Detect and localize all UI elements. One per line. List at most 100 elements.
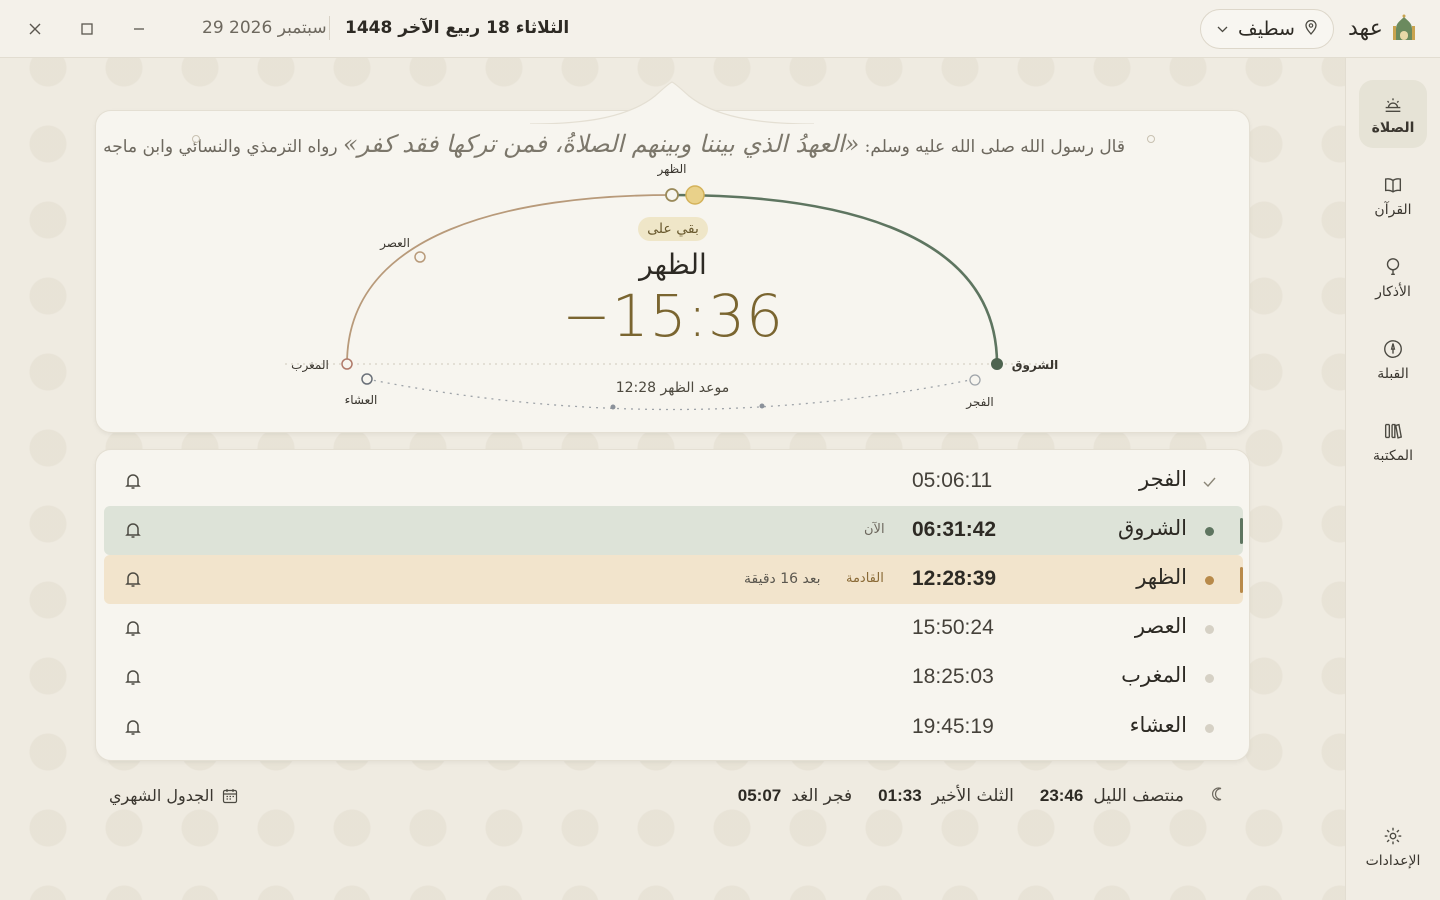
sidebar-item-adhkar[interactable]: الأذكار bbox=[1359, 244, 1427, 312]
sidebar-item-quran[interactable]: القرآن bbox=[1359, 162, 1427, 230]
next-prayer-name: الظهر bbox=[639, 248, 707, 281]
prayer-time: 12:28:39 bbox=[912, 567, 997, 590]
prayer-row-fajr[interactable]: الفجر 05:06:11 bbox=[104, 457, 1243, 506]
compass-icon bbox=[1384, 340, 1402, 358]
dhuhr-marker bbox=[665, 188, 679, 202]
notification-bell-icon[interactable] bbox=[124, 668, 142, 686]
maximize-icon bbox=[81, 23, 93, 35]
prayer-times-table: الفجر 05:06:11 الشروق 06:31:42 الآن الظه… bbox=[95, 449, 1250, 761]
minimize-icon bbox=[134, 28, 144, 30]
prayer-row-sunrise[interactable]: الشروق 06:31:42 الآن bbox=[104, 506, 1243, 555]
chevron-down-icon bbox=[1217, 22, 1228, 36]
close-window-button[interactable] bbox=[22, 16, 48, 42]
moon-icon bbox=[1210, 786, 1226, 806]
sun-current-position bbox=[685, 185, 705, 205]
arc-label-sunrise: الشروق bbox=[1012, 358, 1058, 373]
notification-bell-icon[interactable] bbox=[124, 718, 142, 736]
status-dot bbox=[1201, 523, 1217, 539]
calendar-icon bbox=[222, 788, 237, 803]
sidebar: الصلاة القرآن الأذكار القبلة المكتبة الإ… bbox=[1345, 58, 1440, 900]
status-dot bbox=[1201, 720, 1217, 736]
arc-label-isha: العشاء bbox=[345, 393, 378, 407]
gregorian-date: 29 سبتمبر 2026 bbox=[202, 18, 327, 38]
last-third-label: الثلث الأخير bbox=[931, 786, 1014, 806]
app-brand: عهد bbox=[1348, 14, 1417, 42]
current-indicator-bar bbox=[1240, 518, 1243, 544]
sidebar-item-prayer[interactable]: الصلاة bbox=[1359, 80, 1427, 148]
prayer-name: العشاء bbox=[1129, 713, 1187, 737]
sidebar-item-library[interactable]: المكتبة bbox=[1359, 408, 1427, 476]
ornament-dot bbox=[1147, 135, 1155, 143]
prayer-name: الظهر bbox=[1136, 565, 1187, 589]
countdown-timer: −15:36 bbox=[562, 282, 784, 350]
arc-label-maghrib: المغرب bbox=[291, 358, 329, 373]
isha-marker bbox=[361, 373, 373, 385]
sidebar-item-label: الصلاة bbox=[1371, 120, 1415, 136]
prayer-beads-icon bbox=[1386, 258, 1400, 276]
next-fajr-label: فجر الغد bbox=[791, 786, 853, 806]
prayer-name: الشروق bbox=[1118, 516, 1187, 540]
remaining-badge: بقي على bbox=[638, 217, 708, 241]
prayer-row-maghrib[interactable]: المغرب 18:25:03 bbox=[104, 653, 1243, 702]
prayer-name: الفجر bbox=[1139, 467, 1187, 491]
next-prayer-appointment: موعد الظهر 12:28 bbox=[615, 380, 730, 396]
night-times: منتصف الليل 23:46 الثلث الأخير 01:33 فجر… bbox=[738, 786, 1226, 806]
hijri-date: الثلاثاء 18 ربيع الآخر 1448 bbox=[345, 18, 570, 38]
midnight-time: منتصف الليل 23:46 bbox=[1040, 786, 1184, 806]
monthly-schedule-label: الجدول الشهري bbox=[109, 786, 214, 805]
prayer-time: 19:45:19 bbox=[912, 715, 994, 738]
fajr-marker bbox=[969, 374, 981, 386]
sidebar-item-label: المكتبة bbox=[1373, 448, 1413, 464]
notification-bell-icon[interactable] bbox=[124, 521, 142, 539]
status-dot bbox=[1201, 572, 1217, 588]
arc-label-asr: العصر bbox=[379, 236, 410, 251]
notification-bell-icon[interactable] bbox=[124, 472, 142, 490]
night-marker bbox=[610, 404, 616, 410]
sidebar-item-label: القرآن bbox=[1374, 202, 1412, 218]
city-selector[interactable]: سطيف bbox=[1200, 9, 1334, 49]
upcoming-indicator-bar bbox=[1240, 567, 1243, 593]
sidebar-item-qibla[interactable]: القبلة bbox=[1359, 326, 1427, 394]
sidebar-item-label: القبلة bbox=[1377, 366, 1409, 382]
asr-marker bbox=[414, 251, 426, 263]
midnight-label: منتصف الليل bbox=[1093, 786, 1184, 806]
city-name: سطيف bbox=[1238, 18, 1295, 40]
notification-bell-icon[interactable] bbox=[124, 619, 142, 637]
prayer-row-asr[interactable]: العصر 15:50:24 bbox=[104, 604, 1243, 653]
arc-label-dhuhr: الظهر bbox=[657, 162, 687, 177]
time-until: بعد 16 دقيقة bbox=[744, 571, 821, 587]
sidebar-item-settings[interactable]: الإعدادات bbox=[1359, 813, 1427, 881]
notification-bell-icon[interactable] bbox=[124, 570, 142, 588]
prayer-time: 05:06:11 bbox=[912, 469, 993, 492]
sunrise-marker bbox=[991, 358, 1003, 370]
maximize-window-button[interactable] bbox=[74, 16, 100, 42]
now-badge: الآن bbox=[864, 522, 885, 537]
night-marker bbox=[759, 403, 765, 409]
library-icon bbox=[1384, 423, 1403, 439]
prayer-time: 15:50:24 bbox=[912, 616, 994, 639]
close-icon bbox=[29, 23, 41, 35]
prayer-time: 18:25:03 bbox=[912, 665, 994, 688]
status-dot bbox=[1201, 670, 1217, 686]
app-name: عهد bbox=[1348, 15, 1383, 41]
monthly-schedule-button[interactable]: الجدول الشهري bbox=[109, 786, 238, 805]
night-times-footer: الجدول الشهري منتصف الليل 23:46 الثلث ال… bbox=[95, 780, 1250, 814]
maghrib-marker bbox=[341, 358, 353, 370]
minimize-window-button[interactable] bbox=[126, 16, 152, 42]
midnight-value: 23:46 bbox=[1039, 786, 1084, 805]
prayer-row-isha[interactable]: العشاء 19:45:19 bbox=[104, 703, 1243, 752]
last-third-value: 01:33 bbox=[878, 786, 922, 805]
status-dot bbox=[1201, 621, 1217, 637]
next-fajr-time: فجر الغد 05:07 bbox=[738, 786, 852, 806]
title-bar: 29 سبتمبر 2026 الثلاثاء 18 ربيع الآخر 14… bbox=[0, 0, 1440, 58]
ornament-dot bbox=[192, 135, 200, 143]
gear-icon bbox=[1384, 827, 1402, 845]
book-icon bbox=[1384, 178, 1402, 193]
check-icon bbox=[1201, 474, 1217, 490]
location-pin-icon bbox=[1305, 19, 1317, 39]
last-third-time: الثلث الأخير 01:33 bbox=[878, 786, 1014, 806]
mosque-logo-icon bbox=[1392, 14, 1415, 40]
prayer-row-dhuhr[interactable]: الظهر 12:28:39 القادمة بعد 16 دقيقة bbox=[104, 555, 1243, 604]
date-divider bbox=[329, 16, 330, 40]
prayer-time: 06:31:42 bbox=[912, 518, 997, 541]
